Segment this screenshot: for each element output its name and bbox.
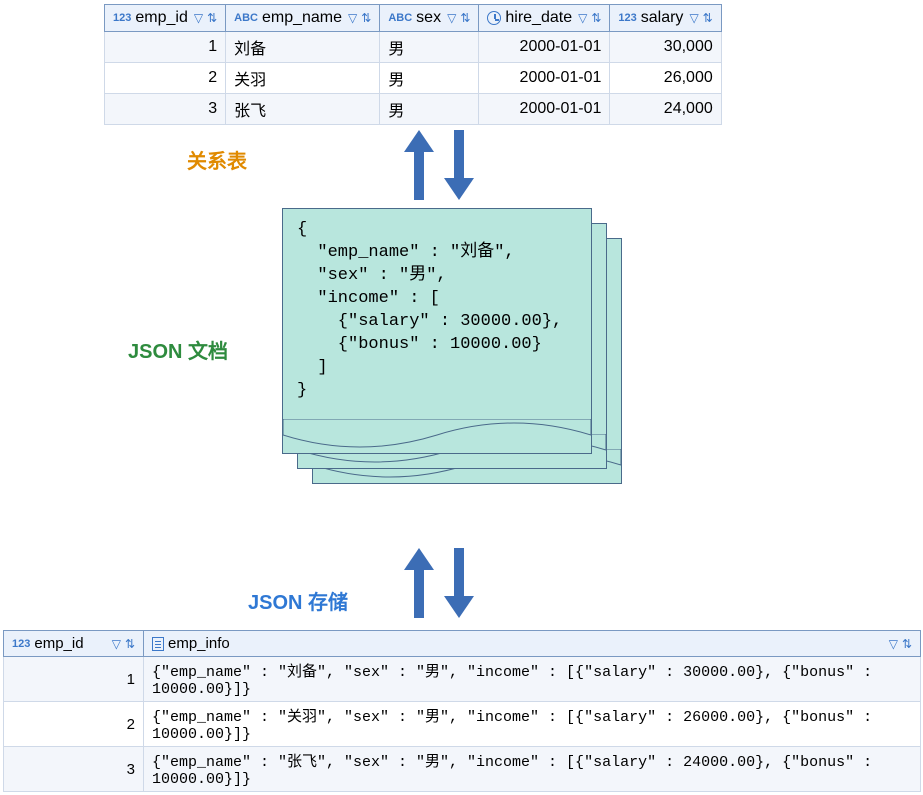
filter-icon[interactable]: ▽	[578, 11, 587, 25]
sort-icon[interactable]: ⇅	[902, 637, 912, 651]
cell-emp-id: 1	[4, 657, 144, 702]
cell-emp-id: 3	[105, 94, 226, 125]
cell-salary: 30,000	[610, 32, 721, 63]
col-sex[interactable]: ABC sex ▽ ⇅	[380, 5, 479, 32]
col-label: sex	[416, 9, 441, 27]
table-row[interactable]: 1 刘备 男 2000-01-01 30,000	[105, 32, 722, 63]
col-emp-info[interactable]: emp_info ▽ ⇅	[144, 631, 921, 657]
label-relational-table: 关系表	[187, 145, 247, 174]
sort-icon[interactable]: ⇅	[703, 11, 713, 25]
cell-sex: 男	[380, 32, 479, 63]
cell-emp-name: 张飞	[226, 94, 380, 125]
col-label: emp_id	[135, 9, 187, 27]
col-label: hire_date	[505, 9, 572, 27]
arrow-up-icon	[404, 130, 434, 200]
arrow-down-icon	[444, 548, 474, 618]
col-emp-id[interactable]: 123 emp_id ▽ ⇅	[4, 631, 144, 657]
col-label: emp_info	[168, 635, 230, 652]
table-row[interactable]: 3 {"emp_name" : "张飞", "sex" : "男", "inco…	[4, 747, 921, 792]
cell-hire-date: 2000-01-01	[479, 63, 610, 94]
cell-emp-id: 2	[105, 63, 226, 94]
col-salary[interactable]: 123 salary ▽ ⇅	[610, 5, 721, 32]
type-json-icon	[152, 637, 164, 651]
cell-sex: 男	[380, 63, 479, 94]
cell-sex: 男	[380, 94, 479, 125]
cell-emp-id: 1	[105, 32, 226, 63]
json-storage-table: 123 emp_id ▽ ⇅ emp_info ▽ ⇅ 1 {"emp_name" :…	[3, 630, 921, 792]
table-header-row: 123 emp_id ▽ ⇅ ABC emp_name ▽ ⇅ ABC sex ▽ ⇅ hi…	[105, 5, 722, 32]
type-text-icon: ABC	[388, 12, 412, 24]
arrow-down-icon	[444, 130, 474, 200]
sort-icon[interactable]: ⇅	[460, 11, 470, 25]
type-text-icon: ABC	[234, 12, 258, 24]
type-date-icon	[487, 11, 501, 25]
table-row[interactable]: 2 {"emp_name" : "关羽", "sex" : "男", "inco…	[4, 702, 921, 747]
filter-icon[interactable]: ▽	[194, 11, 203, 25]
json-doc-page-front: { "emp_name" : "刘备", "sex" : "男", "incom…	[282, 208, 592, 454]
json-document-stack: { "emp_name" : "刘备", "sex" : "男", "incom…	[282, 208, 622, 508]
table-row[interactable]: 1 {"emp_name" : "刘备", "sex" : "男", "inco…	[4, 657, 921, 702]
type-number-icon: 123	[12, 638, 30, 650]
col-emp-id[interactable]: 123 emp_id ▽ ⇅	[105, 5, 226, 32]
cell-hire-date: 2000-01-01	[479, 32, 610, 63]
table-row[interactable]: 3 张飞 男 2000-01-01 24,000	[105, 94, 722, 125]
cell-emp-id: 3	[4, 747, 144, 792]
cell-emp-name: 刘备	[226, 32, 380, 63]
cell-emp-info: {"emp_name" : "刘备", "sex" : "男", "income…	[144, 657, 921, 702]
table-row[interactable]: 2 关羽 男 2000-01-01 26,000	[105, 63, 722, 94]
cell-hire-date: 2000-01-01	[479, 94, 610, 125]
sort-icon[interactable]: ⇅	[207, 11, 217, 25]
filter-icon[interactable]: ▽	[348, 11, 357, 25]
filter-icon[interactable]: ▽	[689, 11, 698, 25]
relational-table: 123 emp_id ▽ ⇅ ABC emp_name ▽ ⇅ ABC sex ▽ ⇅ hi…	[104, 4, 722, 125]
arrows-table-to-doc	[404, 130, 474, 200]
col-label: salary	[641, 9, 684, 27]
arrow-up-icon	[404, 548, 434, 618]
cell-emp-info: {"emp_name" : "关羽", "sex" : "男", "income…	[144, 702, 921, 747]
type-number-icon: 123	[113, 12, 131, 24]
label-json-document: JSON 文档	[128, 335, 228, 364]
sort-icon[interactable]: ⇅	[361, 11, 371, 25]
col-label: emp_name	[262, 9, 342, 27]
cell-salary: 24,000	[610, 94, 721, 125]
label-json-storage: JSON 存储	[248, 586, 348, 615]
filter-icon[interactable]: ▽	[112, 637, 121, 651]
sort-icon[interactable]: ⇅	[125, 637, 135, 651]
cell-emp-name: 关羽	[226, 63, 380, 94]
type-number-icon: 123	[618, 12, 636, 24]
filter-icon[interactable]: ▽	[889, 637, 898, 651]
cell-emp-info: {"emp_name" : "张飞", "sex" : "男", "income…	[144, 747, 921, 792]
col-label: emp_id	[34, 635, 83, 652]
filter-icon[interactable]: ▽	[447, 11, 456, 25]
cell-salary: 26,000	[610, 63, 721, 94]
col-emp-name[interactable]: ABC emp_name ▽ ⇅	[226, 5, 380, 32]
json-doc-content: { "emp_name" : "刘备", "sex" : "男", "incom…	[283, 209, 591, 419]
sort-icon[interactable]: ⇅	[591, 11, 601, 25]
col-hire-date[interactable]: hire_date ▽ ⇅	[479, 5, 610, 32]
arrows-doc-to-storage	[404, 548, 474, 618]
cell-emp-id: 2	[4, 702, 144, 747]
table-header-row: 123 emp_id ▽ ⇅ emp_info ▽ ⇅	[4, 631, 921, 657]
